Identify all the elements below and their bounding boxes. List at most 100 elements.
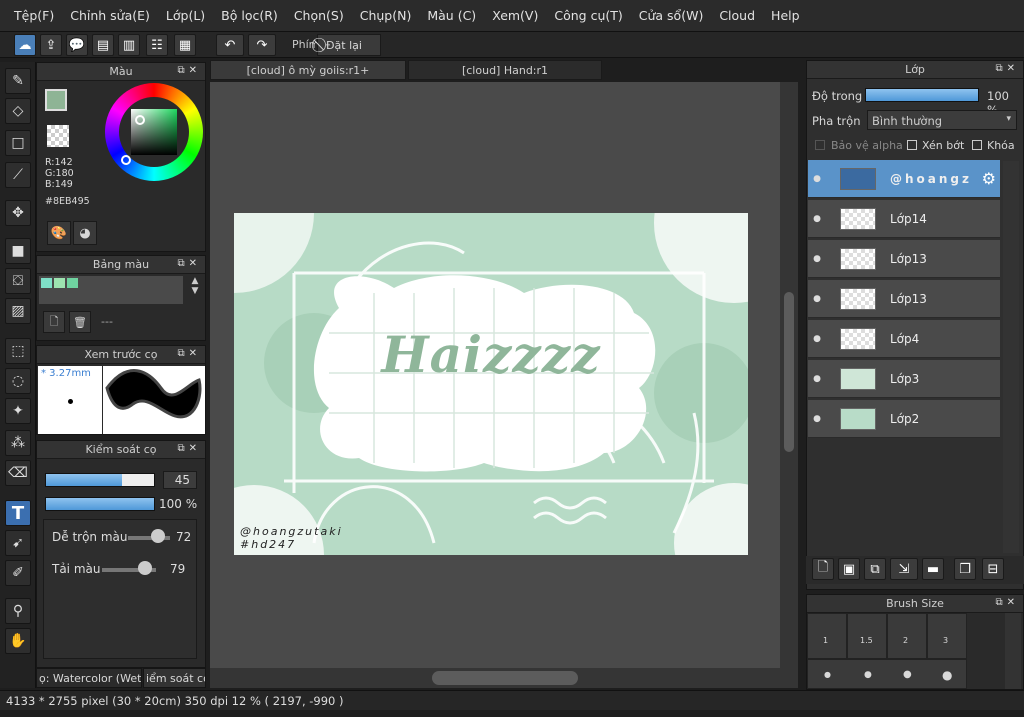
menu-tools[interactable]: Công cụ(T)	[546, 8, 630, 23]
select-eraser-icon[interactable]: ⌫	[5, 460, 31, 486]
panel-controls-icon[interactable]: ⧉✕	[177, 258, 201, 269]
visibility-icon[interactable]: ●	[808, 360, 826, 397]
fill-bucket-icon[interactable]: ⛋	[5, 268, 31, 294]
trash-icon[interactable]: 🗑	[69, 311, 91, 333]
menu-filter[interactable]: Bộ lọc(R)	[213, 8, 286, 23]
menu-cloud[interactable]: Cloud	[711, 8, 763, 23]
canvas-vertical-scrollbar[interactable]	[780, 82, 798, 668]
reload-slider-knob[interactable]	[137, 561, 152, 575]
duplicate-icon[interactable]: ❐	[954, 558, 976, 580]
new-swatch-icon[interactable]: 🗋	[43, 311, 65, 333]
layer-opacity-slider[interactable]	[865, 88, 979, 102]
canvas-tab-2[interactable]: [cloud] Hand:r1	[408, 60, 602, 80]
menu-layer[interactable]: Lớp(L)	[158, 8, 213, 23]
comment-icon[interactable]: 💬	[66, 34, 88, 56]
visibility-icon[interactable]: ●	[808, 320, 826, 357]
new-raster-icon[interactable]: ▣	[838, 558, 860, 580]
eyedropper-icon[interactable]: ⚲	[5, 598, 31, 624]
opacity-slider[interactable]	[45, 497, 155, 511]
select-pen-icon[interactable]: ⁂	[5, 430, 31, 456]
new-layer-icon[interactable]: 🗋	[812, 558, 834, 580]
brush-size-cell[interactable]: 2	[887, 613, 927, 659]
canvas-horizontal-scrollbar[interactable]	[210, 668, 798, 688]
menu-edit[interactable]: Chỉnh sửa(E)	[62, 8, 158, 23]
copy-layer-icon[interactable]: ⧉	[864, 558, 886, 580]
layers-scrollbar[interactable]	[1003, 161, 1019, 553]
menu-capture[interactable]: Chụp(N)	[352, 8, 420, 23]
hand-icon[interactable]: ✋	[5, 628, 31, 654]
layer-row[interactable]: ● Lớp3	[808, 360, 1000, 398]
layer-row[interactable]: ● Lớp2	[808, 400, 1000, 438]
color-picker-handle[interactable]	[135, 115, 145, 125]
lock-checkbox[interactable]	[972, 140, 982, 150]
brush-size-cell[interactable]: 1	[807, 613, 847, 659]
panel-controls-icon[interactable]: ⧉✕	[177, 443, 201, 454]
chat-icon[interactable]: ▤	[92, 34, 114, 56]
palette-swatch[interactable]	[67, 278, 78, 288]
scroll-thumb[interactable]	[784, 292, 794, 452]
move-icon[interactable]: ✥	[5, 200, 31, 226]
menu-view[interactable]: Xem(V)	[484, 8, 546, 23]
reset-button[interactable]: ⃠ Đặt lại	[317, 34, 381, 56]
scroll-thumb[interactable]	[432, 671, 578, 685]
gradient-icon[interactable]: ▨	[5, 298, 31, 324]
palette-swatch[interactable]	[41, 278, 52, 288]
magic-wand-icon[interactable]: ✦	[5, 398, 31, 424]
brush-size-slider[interactable]	[45, 473, 155, 487]
eraser-tool-icon[interactable]: ◇	[5, 98, 31, 124]
upload-icon[interactable]: ⇪	[40, 34, 62, 56]
list-icon[interactable]: ☷	[146, 34, 168, 56]
visibility-icon[interactable]: ●	[808, 240, 826, 277]
visibility-icon[interactable]: ●	[808, 200, 826, 237]
layer-row[interactable]: ● Lớp13	[808, 240, 1000, 278]
rect-select-icon[interactable]: □	[5, 130, 31, 156]
layer-row[interactable]: ● @hoangz ⚙	[808, 160, 1000, 198]
layer-row[interactable]: ● Lớp13	[808, 280, 1000, 318]
brush-tool-icon[interactable]: ✎	[5, 68, 31, 94]
brush-size-cell[interactable]: 3	[927, 613, 967, 659]
foreground-color-swatch[interactable]	[45, 89, 67, 111]
clip-checkbox[interactable]	[907, 140, 917, 150]
panel-controls-icon[interactable]: ⧉✕	[995, 63, 1019, 74]
hue-handle[interactable]	[121, 155, 131, 165]
color-set-icon[interactable]: ◕	[73, 221, 97, 245]
palette-icon[interactable]: 🎨	[47, 221, 71, 245]
shape-rect-icon[interactable]: ■	[5, 238, 31, 264]
lasso-icon[interactable]: ◌	[5, 368, 31, 394]
transparent-swatch[interactable]	[47, 125, 69, 147]
visibility-icon[interactable]: ●	[808, 280, 826, 317]
panel-controls-icon[interactable]: ⧉✕	[177, 348, 201, 359]
blend-mode-select[interactable]: Bình thường ▾	[867, 110, 1017, 130]
import-layer-icon[interactable]: ⇲	[890, 558, 918, 580]
visibility-icon[interactable]: ●	[808, 400, 826, 437]
tab-brush-watercolor[interactable]: ọ: Watercolor (Wet	[36, 668, 142, 688]
menu-help[interactable]: Help	[763, 8, 808, 23]
tab-brush-control[interactable]: iểm soát cọ	[143, 668, 206, 688]
protect-alpha-checkbox[interactable]	[815, 140, 825, 150]
menu-color[interactable]: Màu (C)	[419, 8, 484, 23]
brush-size-cell[interactable]: 1.5	[847, 613, 887, 659]
palette-scroll[interactable]: ▲ ▼	[187, 276, 203, 304]
undo-button[interactable]: ↶	[216, 34, 244, 56]
pen-icon[interactable]: ✐	[5, 560, 31, 586]
visibility-icon[interactable]: ●	[808, 160, 826, 197]
layer-row[interactable]: ● Lớp14	[808, 200, 1000, 238]
palette-swatch[interactable]	[54, 278, 65, 288]
panel-controls-icon[interactable]: ⧉✕	[177, 65, 201, 76]
layer-row[interactable]: ● Lớp4	[808, 320, 1000, 358]
operation-icon[interactable]: ➹	[5, 530, 31, 556]
merge-icon[interactable]: ⊟	[982, 558, 1004, 580]
menu-file[interactable]: Tệp(F)	[6, 8, 62, 23]
canvas-tab-1[interactable]: [cloud] ô mỳ goiis:r1+	[210, 60, 406, 80]
panel-controls-icon[interactable]: ⧉✕	[995, 597, 1019, 608]
document-icon[interactable]: ▥	[118, 34, 140, 56]
blend-slider-knob[interactable]	[151, 529, 166, 543]
folder-icon[interactable]: ▬	[922, 558, 944, 580]
gear-icon[interactable]: ⚙	[982, 169, 996, 188]
brush-size-row[interactable]: ● ● ● ●	[807, 659, 967, 689]
menu-window[interactable]: Cửa sổ(W)	[631, 8, 712, 23]
artwork-canvas[interactable]: Haizzzz @hoangzutaki #hd247	[234, 213, 748, 555]
text-tool-icon[interactable]: T	[5, 500, 31, 526]
brush-size-scrollbar[interactable]	[1005, 613, 1021, 689]
grid-edit-icon[interactable]: ▦	[174, 34, 196, 56]
